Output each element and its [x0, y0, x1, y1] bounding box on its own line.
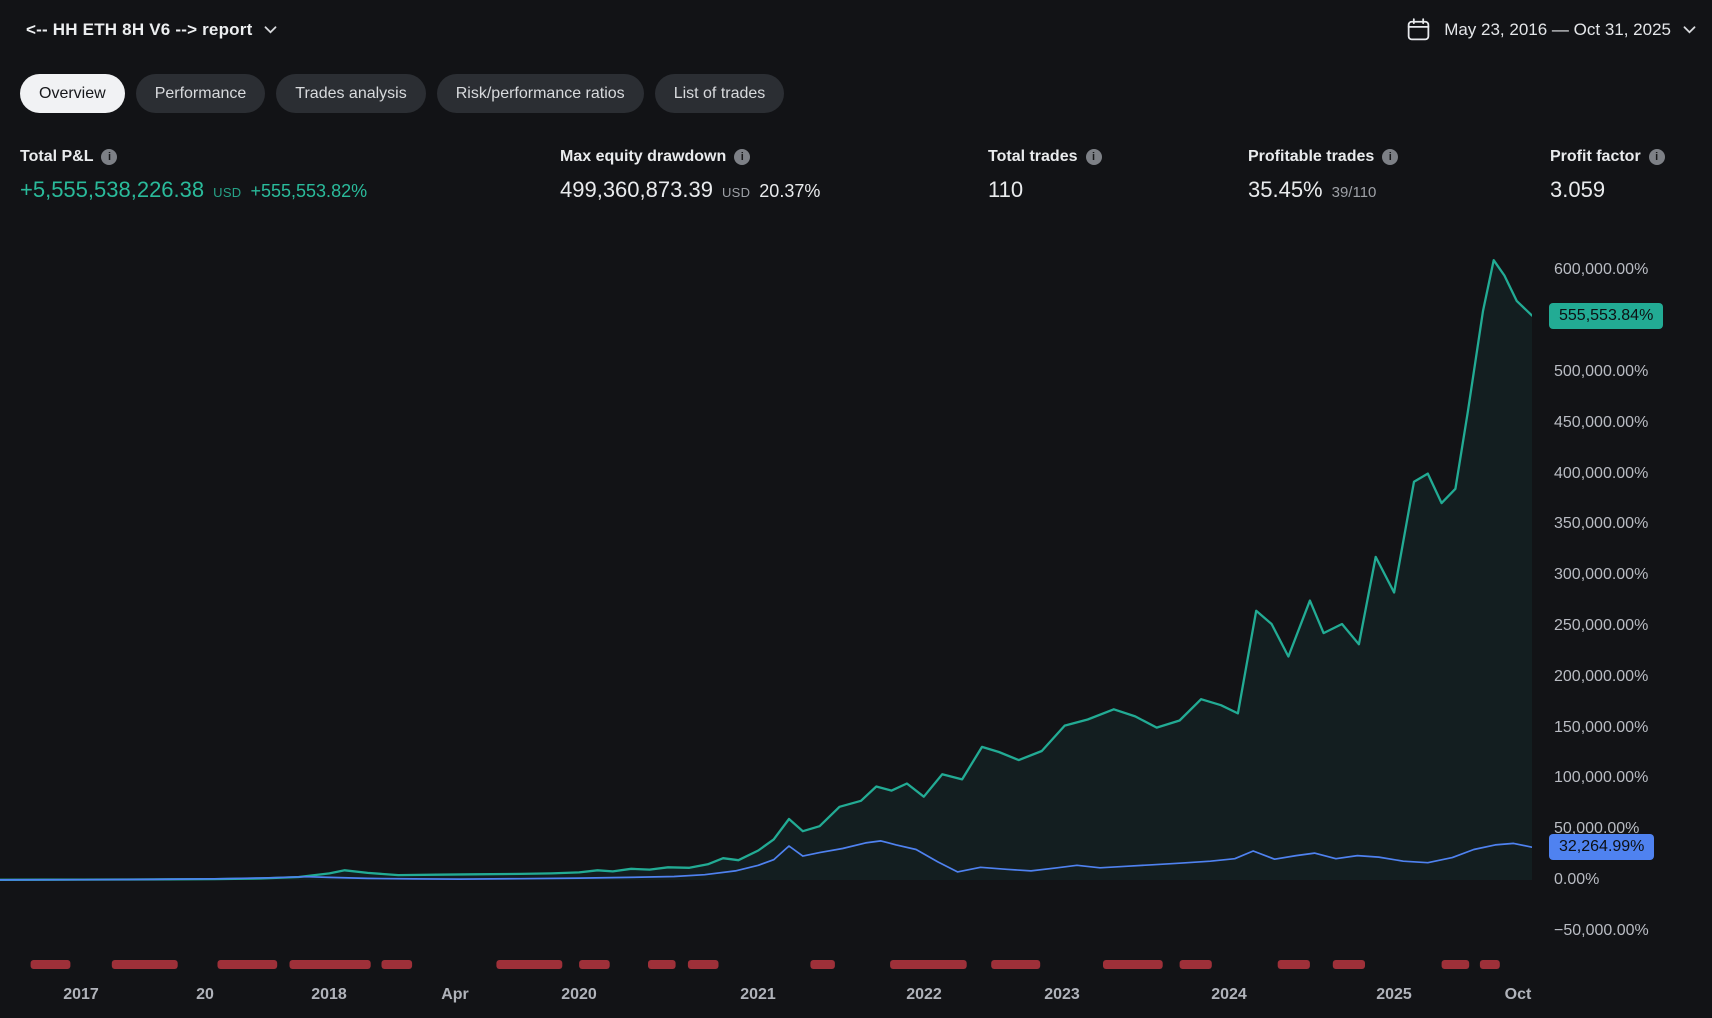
drawdown-bar	[1103, 960, 1163, 969]
x-axis-label: 2022	[906, 986, 942, 1004]
report-selector[interactable]: <-- HH ETH 8H V6 --> report	[26, 20, 277, 40]
drawdown-bar	[1442, 960, 1470, 969]
y-axis-label: 300,000.00%	[1554, 564, 1648, 586]
y-axis-label: 600,000.00%	[1554, 259, 1648, 281]
x-axis-label: 20	[196, 986, 214, 1004]
stat-secondary: 20.37%	[759, 181, 820, 202]
drawdown-bar	[1180, 960, 1212, 969]
y-axis[interactable]: 600,000.00% 500,000.00% 450,000.00% 400,000…	[1552, 230, 1712, 990]
stat-profitable-trades: Profitable trades i 35.45% 39/110	[1248, 148, 1398, 203]
tab-trades-analysis[interactable]: Trades analysis	[276, 74, 425, 113]
y-axis-label: 100,000.00%	[1554, 767, 1648, 789]
axis-badge-equity: 555,553.84%	[1549, 303, 1663, 329]
stat-value: 35.45%	[1248, 177, 1323, 203]
info-icon[interactable]: i	[734, 149, 750, 165]
stat-currency: USD	[213, 185, 241, 200]
tab-performance[interactable]: Performance	[136, 74, 266, 113]
axis-badge-buy-hold: 32,264.99%	[1549, 834, 1654, 860]
drawdown-bar	[991, 960, 1040, 969]
x-axis-label: Oct	[1505, 986, 1532, 1004]
tab-overview[interactable]: Overview	[20, 74, 125, 113]
stat-label: Profitable trades	[1248, 148, 1374, 166]
x-axis-label: 2025	[1376, 986, 1412, 1004]
x-axis[interactable]: 2017 20 2018 Apr 2020 2021 2022 2023 2024 2025 Oct	[0, 978, 1532, 1010]
stats-row: Total P&L i +5,555,538,226.38 USD +555,5…	[0, 148, 1712, 218]
y-axis-label: 450,000.00%	[1554, 412, 1648, 434]
equity-area-fill	[0, 260, 1532, 880]
y-axis-label: 0.00%	[1554, 869, 1599, 891]
stat-value: 499,360,873.39	[560, 177, 713, 203]
drawdown-bar	[648, 960, 676, 969]
stat-value: 110	[988, 177, 1023, 203]
x-axis-label: 2023	[1044, 986, 1080, 1004]
stat-label: Total trades	[988, 148, 1078, 166]
y-axis-label: 200,000.00%	[1554, 666, 1648, 688]
drawdown-bar	[890, 960, 967, 969]
equity-curve-chart: 600,000.00% 500,000.00% 450,000.00% 400,000…	[0, 230, 1712, 1018]
y-axis-label: 250,000.00%	[1554, 615, 1648, 637]
x-axis-label: 2018	[311, 986, 347, 1004]
report-tabs: Overview Performance Trades analysis Ris…	[20, 74, 784, 113]
stat-secondary: 39/110	[1332, 184, 1377, 201]
stat-label: Max equity drawdown	[560, 148, 726, 166]
stat-label: Total P&L	[20, 148, 93, 166]
info-icon[interactable]: i	[101, 149, 117, 165]
drawdown-bar	[290, 960, 371, 969]
stat-value: 3.059	[1550, 177, 1605, 203]
tab-list-of-trades[interactable]: List of trades	[655, 74, 785, 113]
x-axis-label: 2017	[63, 986, 99, 1004]
drawdown-bar	[1278, 960, 1310, 969]
stat-secondary: +555,553.82%	[250, 181, 367, 202]
drawdown-bar	[382, 960, 413, 969]
stat-label: Profit factor	[1550, 148, 1641, 166]
drawdown-bar	[810, 960, 835, 969]
x-axis-label: Apr	[441, 986, 469, 1004]
drawdown-bar	[31, 960, 71, 969]
stat-max-drawdown: Max equity drawdown i 499,360,873.39 USD…	[560, 148, 820, 203]
drawdown-bar	[579, 960, 610, 969]
report-title: <-- HH ETH 8H V6 --> report	[26, 20, 252, 40]
stat-value: +5,555,538,226.38	[20, 177, 204, 203]
stat-currency: USD	[722, 185, 750, 200]
info-icon[interactable]: i	[1086, 149, 1102, 165]
y-axis-label: 350,000.00%	[1554, 513, 1648, 535]
tab-risk-performance-ratios[interactable]: Risk/performance ratios	[437, 74, 644, 113]
drawdown-bar	[1480, 960, 1500, 969]
drawdown-bar	[218, 960, 278, 969]
stat-total-pnl: Total P&L i +5,555,538,226.38 USD +555,5…	[20, 148, 367, 203]
x-axis-label: 2024	[1211, 986, 1247, 1004]
date-range-picker[interactable]: May 23, 2016 — Oct 31, 2025	[1405, 16, 1696, 43]
calendar-icon	[1405, 16, 1432, 43]
chevron-down-icon	[264, 26, 277, 34]
drawdown-bar	[1333, 960, 1365, 969]
info-icon[interactable]: i	[1649, 149, 1665, 165]
y-axis-label: 500,000.00%	[1554, 361, 1648, 383]
info-icon[interactable]: i	[1382, 149, 1398, 165]
y-axis-label: 400,000.00%	[1554, 463, 1648, 485]
x-axis-label: 2020	[561, 986, 597, 1004]
y-axis-label: 150,000.00%	[1554, 717, 1648, 739]
drawdown-bar	[688, 960, 719, 969]
x-axis-label: 2021	[740, 986, 776, 1004]
stat-profit-factor: Profit factor i 3.059	[1550, 148, 1665, 203]
date-range-text: May 23, 2016 — Oct 31, 2025	[1444, 20, 1671, 40]
chevron-down-icon	[1683, 26, 1696, 34]
drawdown-bar	[112, 960, 178, 969]
stat-total-trades: Total trades i 110	[988, 148, 1102, 203]
chart-canvas[interactable]	[0, 230, 1532, 980]
drawdown-bar	[496, 960, 562, 969]
y-axis-label: −50,000.00%	[1554, 920, 1649, 942]
